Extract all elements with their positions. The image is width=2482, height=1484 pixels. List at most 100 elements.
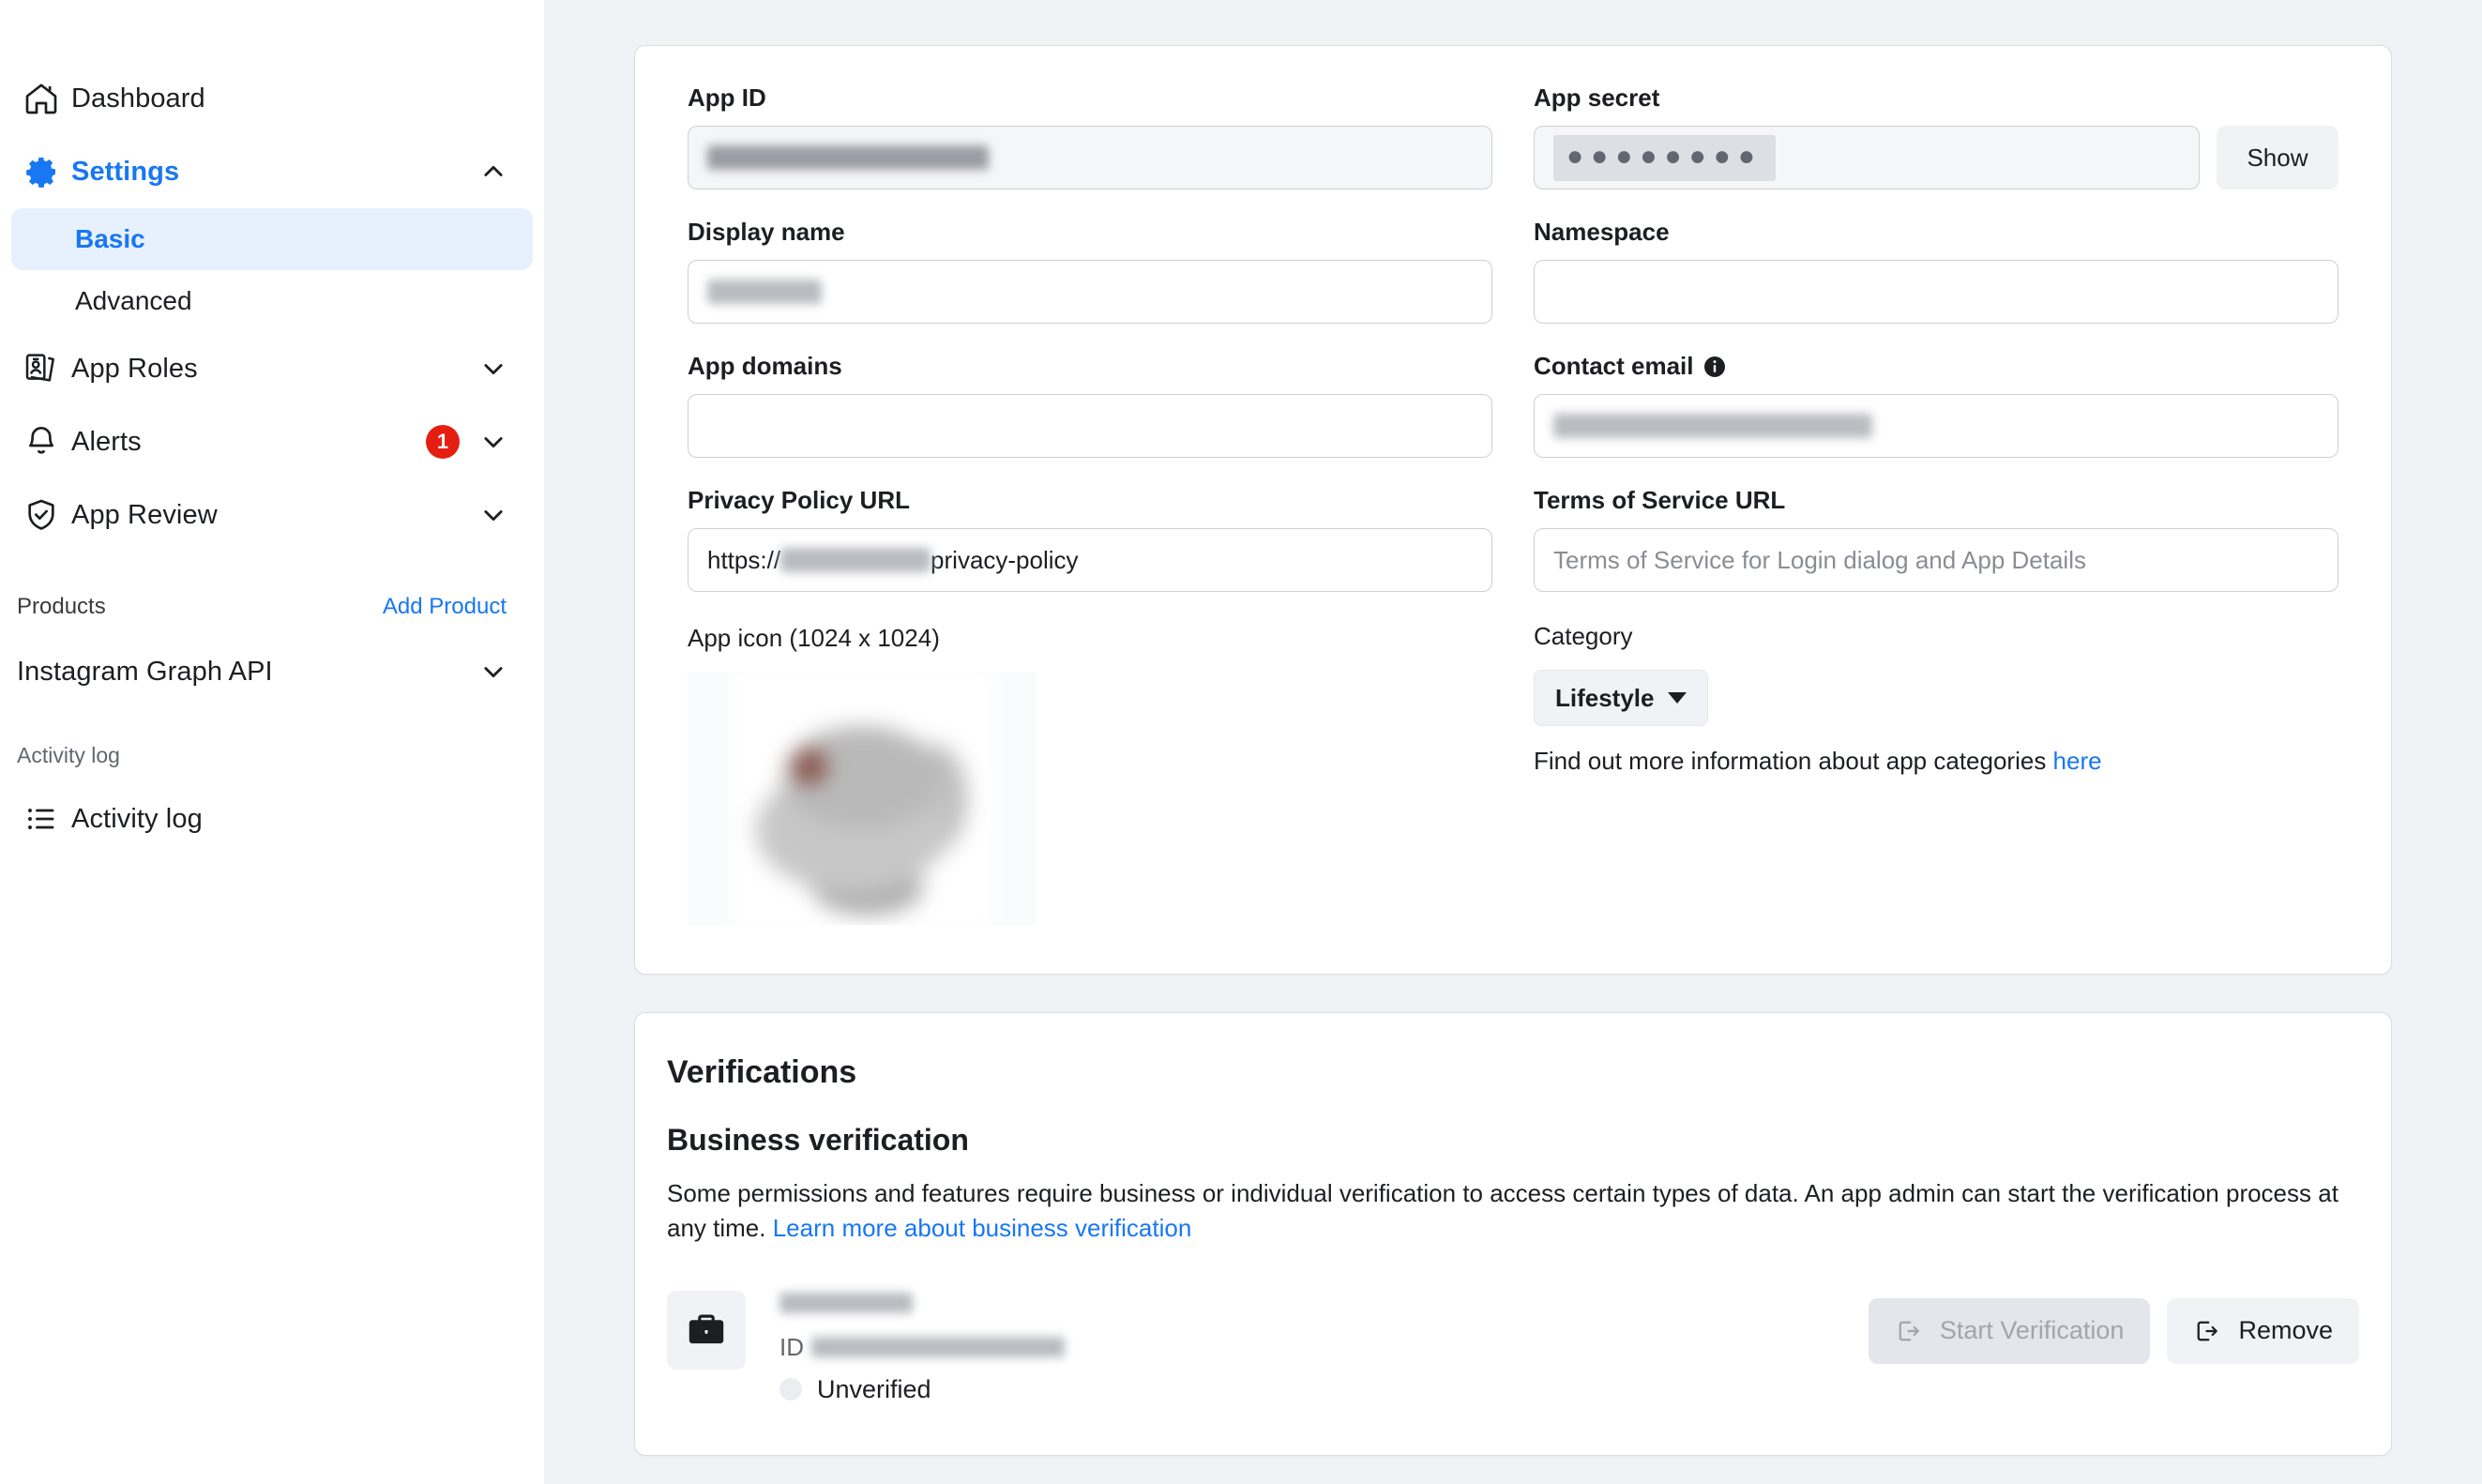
chevron-down-icon[interactable] xyxy=(480,502,507,528)
sidebar: Dashboard Settings Basic Advanced App Ro… xyxy=(0,0,544,1484)
shield-check-icon xyxy=(17,491,66,539)
app-roles-icon xyxy=(17,344,66,393)
redacted-business-name xyxy=(779,1292,913,1313)
redacted-privacy-policy-domain xyxy=(780,548,931,572)
sidebar-item-label: Activity log xyxy=(71,803,203,834)
gear-icon xyxy=(17,147,66,196)
main-content: App ID App secret ●●●●●●●● Show Display … xyxy=(544,0,2482,1484)
display-name-input[interactable] xyxy=(688,260,1492,324)
app-root: Dashboard Settings Basic Advanced App Ro… xyxy=(0,0,2482,1484)
remove-business-button[interactable]: Remove xyxy=(2167,1297,2359,1364)
chevron-down-icon[interactable] xyxy=(480,429,507,455)
category-help-prefix: Find out more information about app cate… xyxy=(1534,747,2053,775)
products-section-header: Products Add Product xyxy=(0,578,544,636)
app-id-field: App ID xyxy=(688,83,1492,189)
display-name-field: Display name xyxy=(688,218,1492,324)
start-verification-label: Start Verification xyxy=(1939,1316,2125,1345)
business-id-label: ID xyxy=(779,1332,804,1361)
app-secret-label: App secret xyxy=(1534,83,1660,112)
sidebar-item-activity-log[interactable]: Activity log xyxy=(0,782,544,856)
chevron-down-icon[interactable] xyxy=(480,659,507,685)
sidebar-item-advanced[interactable]: Advanced xyxy=(11,270,533,332)
terms-of-service-url-input[interactable]: Terms of Service for Login dialog and Ap… xyxy=(1534,528,2338,592)
app-secret-row: ●●●●●●●● Show xyxy=(1534,126,2338,189)
export-icon xyxy=(1899,1321,1919,1341)
namespace-field: Namespace xyxy=(1534,218,2338,324)
business-verification-learn-more-link[interactable]: Learn more about business verification xyxy=(773,1214,1192,1242)
app-icon-preview[interactable] xyxy=(688,672,1037,925)
verifications-card: Verifications Business verification Some… xyxy=(634,1012,2392,1456)
category-dropdown[interactable]: Lifestyle xyxy=(1534,670,1708,726)
contact-email-label: Contact email xyxy=(1534,352,2338,381)
app-id-input[interactable] xyxy=(688,126,1492,189)
namespace-input[interactable] xyxy=(1534,260,2338,324)
export-icon xyxy=(2198,1321,2218,1341)
sidebar-item-basic[interactable]: Basic xyxy=(11,208,533,270)
sidebar-item-label: Dashboard xyxy=(71,83,205,114)
app-secret-field: App secret ●●●●●●●● Show xyxy=(1534,83,2338,189)
sidebar-item-settings[interactable]: Settings xyxy=(0,135,544,208)
business-verification-status: Unverified xyxy=(779,1375,1065,1404)
app-domains-input[interactable] xyxy=(688,394,1492,458)
app-secret-value: ●●●●●●●● xyxy=(1566,140,1763,172)
business-verification-actions: Start Verification Remove xyxy=(1868,1291,2359,1364)
app-domains-label: App domains xyxy=(688,352,842,380)
chevron-down-icon[interactable] xyxy=(480,356,507,382)
privacy-policy-suffix: privacy-policy xyxy=(931,545,1079,574)
home-icon xyxy=(17,74,66,123)
redacted-contact-email-value xyxy=(1553,414,1872,438)
briefcase-icon xyxy=(667,1290,746,1370)
category-field: Category Lifestyle Find out more informa… xyxy=(1534,620,2338,925)
sidebar-item-label: Settings xyxy=(71,156,180,187)
basic-settings-grid: App ID App secret ●●●●●●●● Show Display … xyxy=(688,83,2338,925)
business-id-row: ID xyxy=(779,1333,1065,1362)
activity-log-section-label: Activity log xyxy=(17,742,120,767)
sidebar-item-app-review[interactable]: App Review xyxy=(0,478,544,552)
contact-email-label-text: Contact email xyxy=(1534,352,1694,380)
chevron-up-icon[interactable] xyxy=(480,159,507,185)
products-label: Products xyxy=(17,594,106,619)
start-verification-button[interactable]: Start Verification xyxy=(1868,1297,2151,1364)
category-help-text: Find out more information about app cate… xyxy=(1534,747,2338,776)
sidebar-item-trailing xyxy=(480,159,507,185)
sidebar-item-trailing xyxy=(480,659,507,685)
sidebar-item-trailing xyxy=(480,356,507,382)
contact-email-input[interactable] xyxy=(1534,394,2338,458)
app-icon-label: App icon (1024 x 1024) xyxy=(688,624,940,652)
business-entity-row: ID Unverified Start Verification Remove xyxy=(667,1290,2359,1455)
app-domains-field: App domains xyxy=(688,352,1492,458)
sidebar-item-label: Instagram Graph API xyxy=(17,656,273,687)
sidebar-item-alerts[interactable]: Alerts 1 xyxy=(0,405,544,478)
list-icon xyxy=(17,795,66,843)
privacy-policy-url-label: Privacy Policy URL xyxy=(688,486,910,514)
category-help-link[interactable]: here xyxy=(2053,747,2102,775)
redacted-business-id-value xyxy=(811,1337,1065,1358)
app-icon-field: App icon (1024 x 1024) xyxy=(688,624,1492,925)
redacted-app-icon-image xyxy=(731,672,993,925)
sidebar-item-instagram-graph-api[interactable]: Instagram Graph API xyxy=(0,636,544,707)
sidebar-item-app-roles[interactable]: App Roles xyxy=(0,332,544,405)
activity-log-section-header: Activity log xyxy=(0,728,544,782)
show-app-secret-button[interactable]: Show xyxy=(2217,126,2338,189)
remove-business-label: Remove xyxy=(2238,1316,2333,1345)
sidebar-item-dashboard[interactable]: Dashboard xyxy=(0,62,544,135)
sidebar-nav: Dashboard Settings Basic Advanced App Ro… xyxy=(0,0,544,856)
status-badge: Unverified xyxy=(817,1374,931,1403)
category-selected-value: Lifestyle xyxy=(1555,683,1655,712)
contact-email-field: Contact email xyxy=(1534,352,2338,458)
bell-icon xyxy=(17,417,66,466)
app-secret-mask-wrap: ●●●●●●●● xyxy=(1553,134,1776,181)
privacy-policy-url-input[interactable]: https:// privacy-policy xyxy=(688,528,1492,592)
display-name-label: Display name xyxy=(688,218,845,246)
privacy-policy-url-field: Privacy Policy URL https:// privacy-polic… xyxy=(688,486,1492,592)
terms-of-service-url-label: Terms of Service URL xyxy=(1534,486,1786,514)
add-product-link[interactable]: Add Product xyxy=(383,594,507,620)
terms-of-service-url-field: Terms of Service URL Terms of Service fo… xyxy=(1534,486,2338,592)
info-icon[interactable] xyxy=(1703,356,1726,378)
terms-of-service-placeholder: Terms of Service for Login dialog and Ap… xyxy=(1553,545,2086,574)
sidebar-item-label: App Review xyxy=(71,499,218,530)
sidebar-item-label: Alerts xyxy=(71,426,142,457)
business-entity-meta: ID Unverified xyxy=(779,1291,1065,1404)
business-verification-subtitle: Business verification xyxy=(667,1123,969,1157)
app-secret-input[interactable]: ●●●●●●●● xyxy=(1534,126,2200,189)
